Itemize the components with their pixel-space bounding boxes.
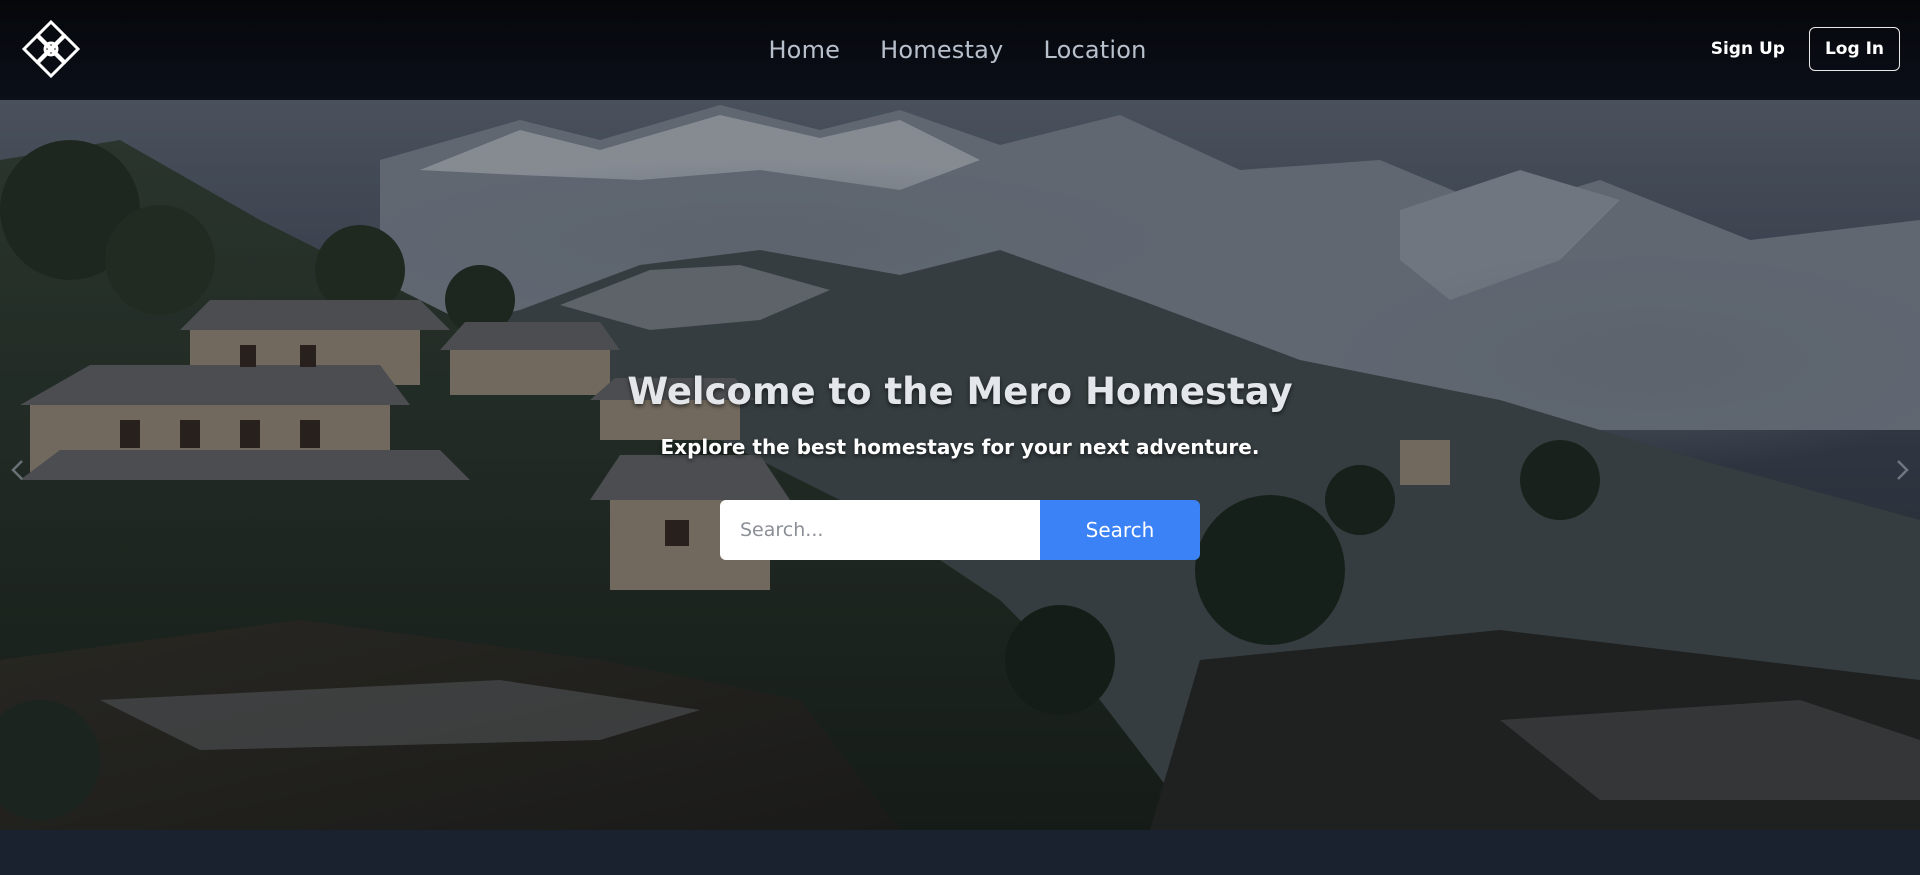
nav-link-homestay[interactable]: Homestay — [880, 36, 1003, 64]
hero-text-block: Welcome to the Mero Homestay Explore the… — [0, 370, 1920, 459]
page-bottom-strip — [0, 830, 1920, 875]
hero-carousel: Welcome to the Mero Homestay Explore the… — [0, 100, 1920, 830]
search-bar: Search — [720, 500, 1200, 560]
nav-link-home[interactable]: Home — [768, 36, 840, 64]
sign-up-button[interactable]: Sign Up — [1711, 39, 1785, 59]
log-in-button[interactable]: Log In — [1808, 27, 1900, 71]
top-navbar: Home Homestay Location Sign Up Log In — [0, 0, 1920, 100]
chevron-right-icon[interactable] — [1894, 455, 1912, 485]
search-button[interactable]: Search — [1040, 500, 1200, 560]
hero-title: Welcome to the Mero Homestay — [627, 370, 1293, 413]
main-nav: Home Homestay Location — [0, 0, 1920, 100]
auth-actions: Sign Up Log In — [1711, 27, 1900, 71]
hero-subtitle: Explore the best homestays for your next… — [660, 435, 1260, 459]
hero-dark-overlay — [0, 100, 1920, 830]
search-input[interactable] — [720, 500, 1040, 560]
nav-link-location[interactable]: Location — [1043, 36, 1146, 64]
chevron-left-icon[interactable] — [8, 455, 26, 485]
